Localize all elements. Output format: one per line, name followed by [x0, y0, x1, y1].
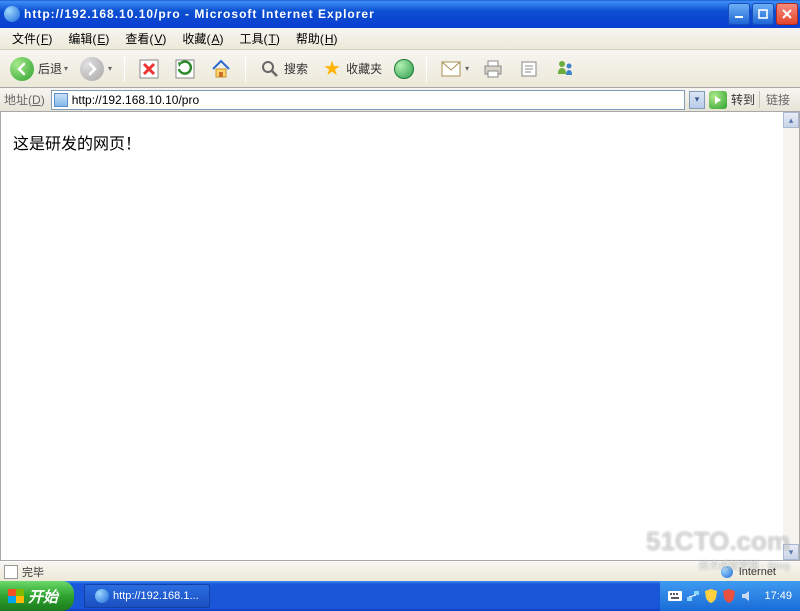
messenger-button[interactable] [549, 54, 581, 84]
taskbar-item-label: http://192.168.1... [113, 590, 199, 602]
print-button[interactable] [477, 54, 509, 84]
favorites-button[interactable]: ★ 收藏夹 [316, 54, 386, 84]
address-label: 地址(D) [4, 91, 45, 108]
viewport: 这是研发的网页！ ▴ ▾ [0, 112, 800, 561]
toolbar: 后退 ▾ ▾ 搜索 ★ 收藏夹 [0, 50, 800, 88]
page-text: 这是研发的网页！ [13, 136, 141, 153]
menu-help[interactable]: 帮助(H) [288, 28, 346, 49]
go-label: 转到 [731, 91, 755, 108]
security-alert-icon[interactable] [722, 589, 736, 603]
ie-icon [4, 6, 20, 22]
menu-tools[interactable]: 工具(T) [231, 28, 287, 49]
page-icon [4, 565, 18, 579]
edit-button[interactable] [513, 54, 545, 84]
keyboard-icon[interactable] [668, 589, 682, 603]
menubar: 文件(F) 编辑(E) 查看(V) 收藏(A) 工具(T) 帮助(H) [0, 28, 800, 50]
history-button[interactable] [390, 54, 418, 84]
taskbar: 开始 http://192.168.1... 17:49 [0, 581, 800, 611]
back-button[interactable]: 后退 ▾ [6, 54, 72, 84]
address-field-wrap [51, 90, 685, 110]
globe-icon [721, 566, 733, 578]
favorites-label: 收藏夹 [346, 60, 382, 77]
menu-edit[interactable]: 编辑(E) [60, 28, 117, 49]
menu-favorites[interactable]: 收藏(A) [174, 28, 231, 49]
refresh-icon [173, 57, 197, 81]
menu-file[interactable]: 文件(F) [4, 28, 60, 49]
addressbar: 地址(D) ▾ 转到 链接 [0, 88, 800, 112]
page-icon [54, 93, 68, 107]
status-text: 完毕 [22, 564, 44, 580]
windows-flag-icon [8, 589, 24, 603]
search-button[interactable]: 搜索 [254, 54, 312, 84]
menu-view[interactable]: 查看(V) [117, 28, 174, 49]
toolbar-separator [426, 56, 427, 82]
maximize-button[interactable] [752, 3, 774, 25]
scroll-up-button[interactable]: ▴ [783, 112, 799, 128]
links-label[interactable]: 链接 [759, 91, 796, 108]
scroll-down-button[interactable]: ▾ [783, 544, 799, 560]
system-tray: 17:49 [660, 581, 800, 611]
stop-button[interactable] [133, 54, 165, 84]
window-titlebar: http://192.168.10.10/pro - Microsoft Int… [0, 0, 800, 28]
mail-button[interactable]: ▾ [435, 54, 473, 84]
chevron-down-icon: ▾ [64, 64, 68, 73]
page-body: 这是研发的网页！ [1, 112, 799, 172]
stop-icon [137, 57, 161, 81]
back-label: 后退 [38, 60, 62, 77]
volume-icon[interactable] [740, 589, 754, 603]
forward-button[interactable]: ▾ [76, 54, 116, 84]
print-icon [481, 57, 505, 81]
start-button[interactable]: 开始 [0, 581, 74, 611]
mail-icon [439, 57, 463, 81]
ie-icon [95, 589, 109, 603]
star-icon: ★ [320, 57, 344, 81]
vertical-scrollbar[interactable]: ▴ ▾ [783, 112, 799, 560]
shield-icon[interactable] [704, 589, 718, 603]
window-title: http://192.168.10.10/pro - Microsoft Int… [24, 7, 728, 21]
start-label: 开始 [28, 586, 58, 607]
search-icon [258, 57, 282, 81]
edit-icon [517, 57, 541, 81]
address-input[interactable] [72, 93, 682, 107]
windows-flag-icon [778, 30, 798, 48]
messenger-icon [553, 57, 577, 81]
history-icon [394, 59, 414, 79]
forward-icon [80, 57, 104, 81]
clock[interactable]: 17:49 [764, 590, 792, 602]
address-dropdown-button[interactable]: ▾ [689, 91, 705, 109]
refresh-button[interactable] [169, 54, 201, 84]
network-icon[interactable] [686, 589, 700, 603]
minimize-button[interactable] [728, 3, 750, 25]
toolbar-separator [124, 56, 125, 82]
back-icon [10, 57, 34, 81]
home-button[interactable] [205, 54, 237, 84]
chevron-down-icon: ▾ [465, 64, 469, 73]
zone-label: Internet [739, 566, 776, 578]
home-icon [209, 57, 233, 81]
taskbar-item-ie[interactable]: http://192.168.1... [84, 584, 210, 608]
toolbar-separator [245, 56, 246, 82]
statusbar: 完毕 Internet [0, 561, 800, 581]
go-button[interactable] [709, 91, 727, 109]
search-label: 搜索 [284, 60, 308, 77]
close-button[interactable] [776, 3, 798, 25]
chevron-down-icon: ▾ [108, 64, 112, 73]
